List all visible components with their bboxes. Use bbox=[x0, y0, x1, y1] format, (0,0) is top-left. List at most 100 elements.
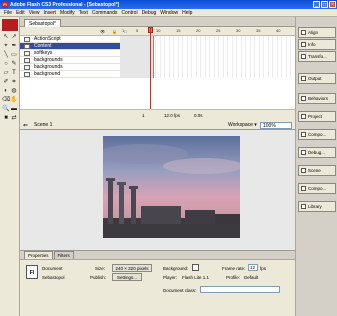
layer-name: backgrounds bbox=[34, 57, 63, 63]
close-button[interactable]: × bbox=[329, 1, 336, 8]
menu-modify[interactable]: Modify bbox=[58, 10, 77, 16]
timeline-layer-content[interactable]: Content bbox=[20, 43, 295, 50]
panel-behaviors[interactable]: Behaviors bbox=[298, 93, 336, 104]
panel-output[interactable]: Output bbox=[298, 73, 336, 84]
panel-label: Scene bbox=[308, 168, 321, 173]
workspace-dropdown[interactable]: Workspace ▾ bbox=[228, 122, 257, 129]
stroke-color-icon[interactable]: ▬ bbox=[10, 105, 18, 114]
hand-tool-icon[interactable]: ✋ bbox=[10, 96, 18, 105]
pencil-tool-icon[interactable]: ✎ bbox=[10, 60, 18, 69]
menu-insert[interactable]: Insert bbox=[41, 10, 58, 16]
oval-tool-icon[interactable]: ○ bbox=[2, 60, 10, 69]
menu-help[interactable]: Help bbox=[180, 10, 194, 16]
maximize-button[interactable]: □ bbox=[321, 1, 328, 8]
swap-colors-icon[interactable]: ⇄ bbox=[10, 114, 18, 123]
size-button[interactable]: 240 × 320 pixels bbox=[112, 264, 152, 272]
publish-settings-button[interactable]: Settings... bbox=[112, 273, 142, 281]
minimize-button[interactable]: _ bbox=[313, 1, 320, 8]
zoom-select[interactable]: 100% bbox=[260, 122, 292, 129]
doc-type-label: Document bbox=[42, 266, 63, 271]
menu-file[interactable]: File bbox=[2, 10, 14, 16]
fill-color-icon[interactable]: ■ bbox=[2, 114, 10, 123]
eraser-tool-icon[interactable]: ⌫ bbox=[2, 96, 10, 105]
document-class-input[interactable] bbox=[200, 286, 280, 293]
document-tab[interactable]: Sebastopol* bbox=[24, 19, 61, 27]
panel-label: Project bbox=[308, 114, 323, 119]
menu-control[interactable]: Control bbox=[119, 10, 139, 16]
layer-name: ActionScript bbox=[34, 36, 61, 42]
scene-breadcrumb[interactable]: Scene 1 bbox=[34, 122, 52, 129]
frame-ruler[interactable]: 1 5 10 15 20 25 30 35 40 bbox=[120, 27, 295, 36]
panel-components[interactable]: Compo... bbox=[298, 129, 336, 140]
layer-keyframes[interactable] bbox=[120, 36, 154, 43]
align-icon bbox=[301, 30, 306, 35]
panel-transform[interactable]: Transfo... bbox=[298, 51, 336, 62]
panel-scene[interactable]: Scene bbox=[298, 165, 336, 176]
panel-info[interactable]: Info bbox=[298, 39, 336, 50]
document-class-label: Document class: bbox=[163, 288, 197, 293]
ruler-tick: 1 bbox=[122, 28, 125, 33]
menu-text[interactable]: Text bbox=[77, 10, 90, 16]
paint-bucket-tool-icon[interactable]: ◐ bbox=[2, 87, 10, 96]
rectangle-tool-icon[interactable]: ▭ bbox=[10, 51, 18, 60]
timeline-layer-background[interactable]: background bbox=[20, 71, 295, 78]
layer-name: softkeys bbox=[34, 50, 53, 56]
timeline-layer-backgrounds-2[interactable]: backgrounds bbox=[20, 64, 295, 71]
back-arrow-icon[interactable]: ⇐ bbox=[23, 122, 28, 129]
layer-keyframes[interactable] bbox=[120, 64, 154, 71]
ruler-tick: 10 bbox=[156, 28, 161, 33]
menu-debug[interactable]: Debug bbox=[140, 10, 159, 16]
behaviors-icon bbox=[301, 96, 306, 101]
ink-bottle-tool-icon[interactable]: ⌗ bbox=[10, 78, 18, 87]
brush-tool-icon[interactable]: ✐ bbox=[2, 78, 10, 87]
layer-icon bbox=[24, 51, 30, 56]
layer-icon bbox=[24, 65, 30, 70]
tool-grid: ↖ ↗ ⌖ ✒ ╲ ▭ ○ ✎ ▱ T ✐ ⌗ ◐ ◍ ⌫ ✋ 🔍 ▬ ■ ⇄ bbox=[2, 33, 18, 123]
tab-properties[interactable]: Properties bbox=[24, 251, 53, 259]
library-icon bbox=[301, 204, 306, 209]
menu-edit[interactable]: Edit bbox=[14, 10, 27, 16]
tools-panel: ↖ ↗ ⌖ ✒ ╲ ▭ ○ ✎ ▱ T ✐ ⌗ ◐ ◍ ⌫ ✋ 🔍 ▬ ■ ⇄ bbox=[0, 17, 20, 316]
panel-component-inspector[interactable]: Compo... bbox=[298, 183, 336, 194]
frame-rate-readout: 12.0 fps bbox=[164, 113, 181, 118]
background-color-swatch[interactable] bbox=[192, 264, 199, 271]
window-controls: _ □ × bbox=[313, 1, 336, 8]
panel-align[interactable]: Align bbox=[298, 27, 336, 38]
eyedropper-tool-icon[interactable]: ◍ bbox=[10, 87, 18, 96]
menu-window[interactable]: Window bbox=[158, 10, 180, 16]
size-label: Size: bbox=[95, 266, 106, 271]
timeline-layer-backgrounds[interactable]: backgrounds bbox=[20, 57, 295, 64]
menu-commands[interactable]: Commands bbox=[90, 10, 120, 16]
scene-icon bbox=[301, 168, 306, 173]
line-tool-icon[interactable]: ╲ bbox=[2, 51, 10, 60]
layer-keyframes[interactable] bbox=[120, 50, 154, 57]
menu-view[interactable]: View bbox=[27, 10, 42, 16]
publish-label: Publish: bbox=[90, 275, 107, 280]
elapsed-time: 0.0s bbox=[194, 113, 203, 118]
layer-name: backgrounds bbox=[34, 64, 63, 70]
docked-panels: Align Info Transfo... Output Behaviors P… bbox=[295, 17, 337, 316]
panel-label: Output bbox=[308, 76, 322, 81]
stage[interactable] bbox=[103, 136, 240, 238]
selection-tool-icon[interactable]: ↖ bbox=[2, 33, 10, 42]
layer-keyframes[interactable] bbox=[120, 57, 154, 64]
timeline-header: 👁 🔒 □ 1 5 10 15 20 25 30 35 40 bbox=[20, 27, 295, 36]
panel-label: Compo... bbox=[308, 132, 327, 137]
stage-photo-ruins bbox=[103, 136, 240, 238]
panel-debugger[interactable]: Debug... bbox=[298, 147, 336, 158]
layer-keyframes[interactable] bbox=[120, 71, 154, 78]
panel-library[interactable]: Library bbox=[298, 201, 336, 212]
free-transform-tool-icon[interactable]: ⌖ bbox=[2, 42, 10, 51]
zoom-tool-icon[interactable]: 🔍 bbox=[2, 105, 10, 114]
timeline-layer-actionscript[interactable]: ActionScript bbox=[20, 36, 295, 43]
panel-label: Align bbox=[308, 30, 319, 35]
layer-keyframes[interactable] bbox=[120, 43, 154, 50]
lasso-tool-icon[interactable]: ▱ bbox=[2, 69, 10, 78]
text-tool-icon[interactable]: T bbox=[10, 69, 18, 78]
subselection-tool-icon[interactable]: ↗ bbox=[10, 33, 18, 42]
tab-filters[interactable]: Filters bbox=[53, 251, 74, 259]
panel-project[interactable]: Project bbox=[298, 111, 336, 122]
timeline-layer-softkeys[interactable]: softkeys bbox=[20, 50, 295, 57]
pen-tool-icon[interactable]: ✒ bbox=[10, 42, 18, 51]
frame-rate-input[interactable]: 12 bbox=[248, 264, 258, 271]
